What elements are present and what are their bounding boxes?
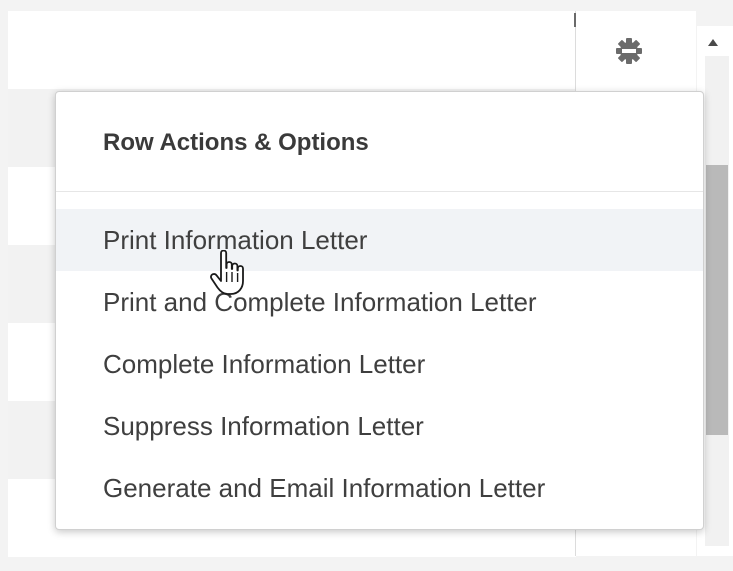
scrollbar-thumb[interactable] bbox=[706, 165, 728, 435]
menu-title: Row Actions & Options bbox=[103, 129, 369, 156]
menu-item-suppress-information-letter[interactable]: Suppress Information Letter bbox=[56, 395, 703, 457]
gear-icon bbox=[616, 38, 642, 64]
column-resize-handle[interactable] bbox=[574, 13, 576, 27]
menu-item-generate-and-email-information-letter[interactable]: Generate and Email Information Letter bbox=[56, 457, 703, 519]
triangle-up-icon bbox=[708, 38, 718, 46]
menu-item-complete-information-letter[interactable]: Complete Information Letter bbox=[56, 333, 703, 395]
scroll-up-button[interactable] bbox=[706, 36, 720, 48]
table-row bbox=[8, 11, 576, 89]
menu-divider bbox=[56, 191, 703, 192]
row-actions-menu: Row Actions & Options Print Information … bbox=[55, 91, 704, 530]
menu-item-print-information-letter[interactable]: Print Information Letter bbox=[56, 209, 703, 271]
menu-item-print-and-complete-information-letter[interactable]: Print and Complete Information Letter bbox=[56, 271, 703, 333]
row-actions-settings-button[interactable] bbox=[612, 34, 646, 68]
